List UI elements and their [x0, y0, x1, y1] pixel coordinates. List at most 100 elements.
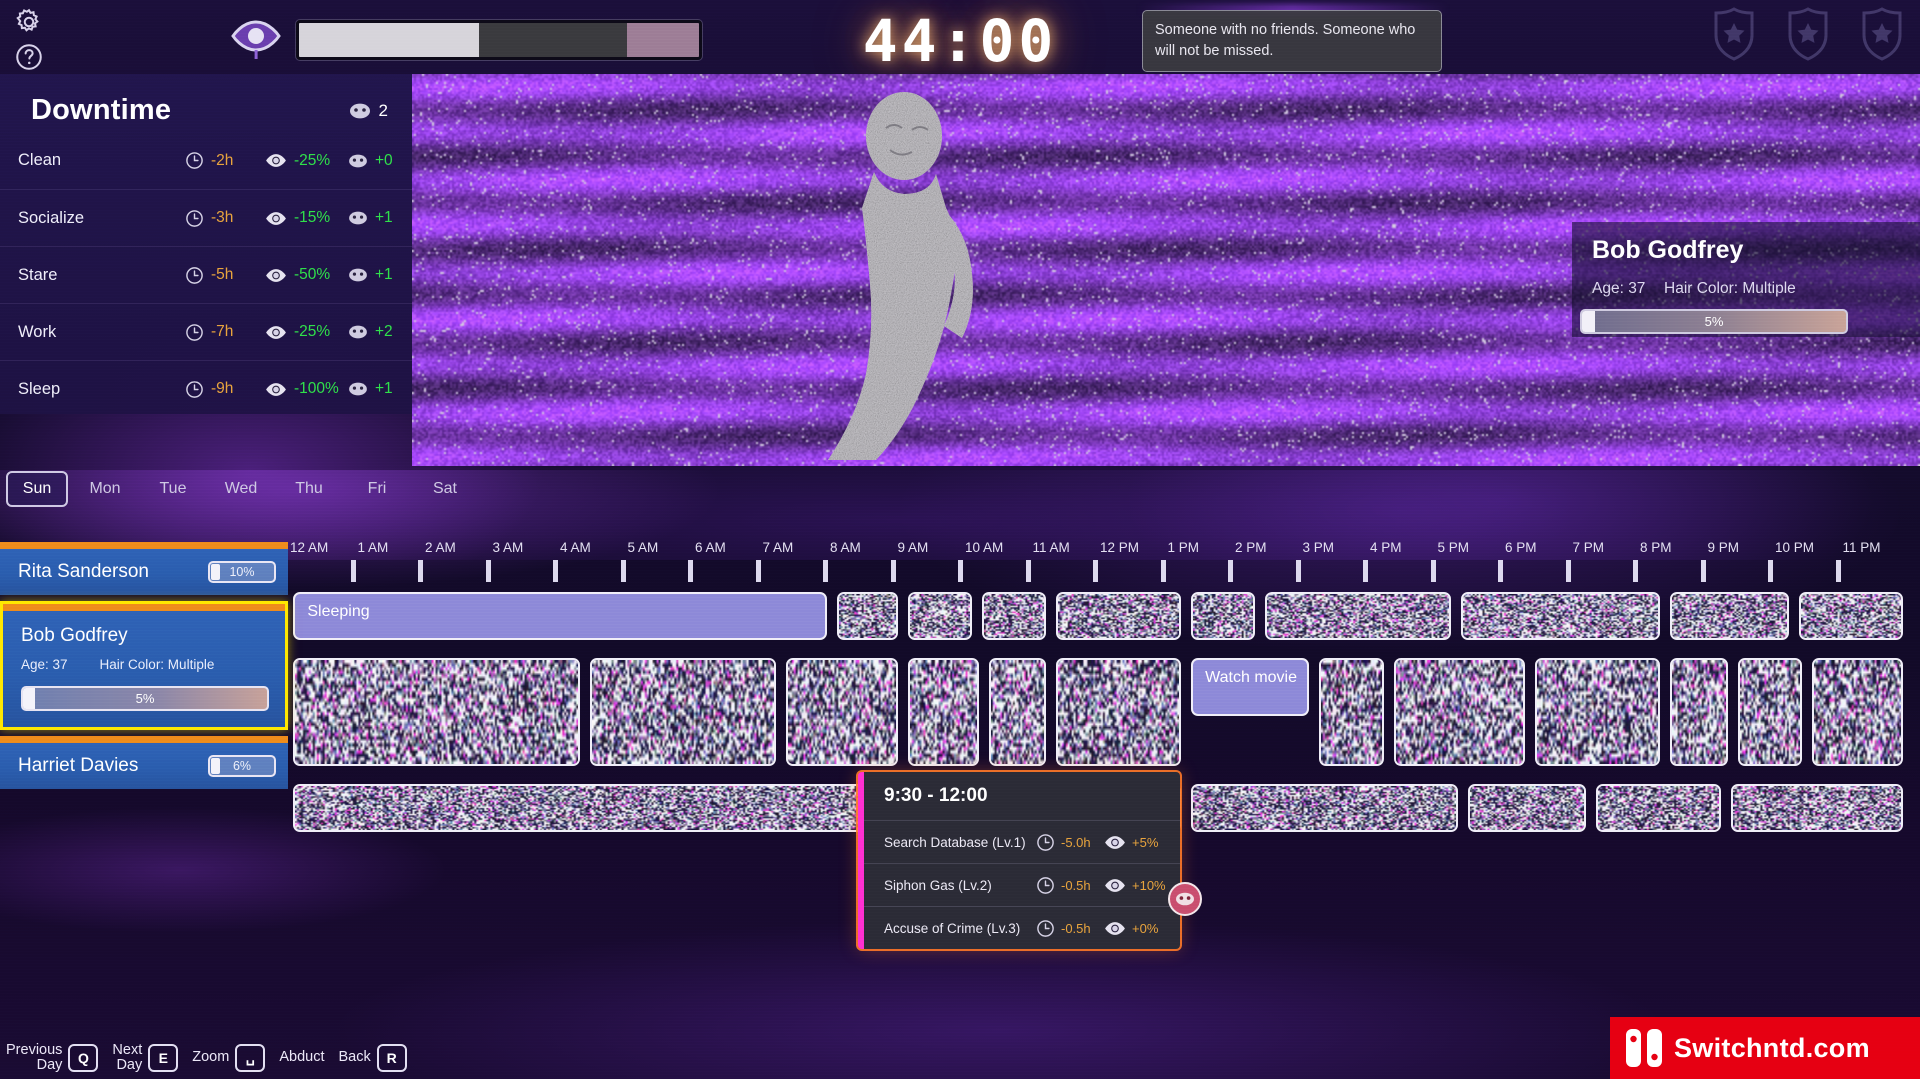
schedule-block-label: Sleeping [307, 603, 369, 621]
schedule-unknown-block[interactable] [1799, 592, 1904, 640]
schedule-unknown-block[interactable] [1812, 658, 1903, 766]
control-hint[interactable]: BackR [338, 1044, 406, 1072]
tooltip-time-stat: -0.5h [1036, 876, 1091, 895]
schedule-unknown-block[interactable] [1731, 784, 1903, 832]
tab-day-sat[interactable]: Sat [414, 473, 476, 505]
character-card[interactable]: Bob GodfreyAge: 37Hair Color: Multiple5% [0, 601, 288, 730]
schedule-unknown-block[interactable] [1319, 658, 1383, 766]
schedule-unknown-block[interactable] [1670, 592, 1788, 640]
downtime-mood-value: +0 [375, 152, 393, 170]
control-key: Q [68, 1044, 98, 1072]
downtime-mood-total: 2 [349, 101, 388, 121]
static-noise [839, 594, 896, 638]
tooltip-action-row: Search Database (Lv.1)-5.0h+5% [864, 820, 1180, 863]
hour-tick-label: 8 PM [1640, 540, 1672, 555]
schedule-unknown-block[interactable] [1265, 592, 1451, 640]
hour-tick-label: 6 PM [1505, 540, 1537, 555]
mood-icon [348, 324, 368, 340]
schedule-unknown-block[interactable] [1596, 784, 1721, 832]
hour-tick-mark [1026, 560, 1031, 582]
tab-day-fri[interactable]: Fri [346, 473, 408, 505]
gear-icon[interactable] [14, 7, 44, 37]
downtime-row[interactable]: Sleep-9h-100%+1 [0, 360, 412, 417]
schedule-unknown-block[interactable] [1535, 658, 1660, 766]
schedule-unknown-block[interactable] [590, 658, 776, 766]
hour-tick-mark [1836, 560, 1841, 582]
downtime-visibility-stat: -15% [265, 209, 330, 227]
downtime-panel: Downtime 2 Clean-2h-25%+0Socialize-3h-15… [0, 74, 412, 414]
police-badges [1708, 6, 1908, 62]
control-hint[interactable]: PreviousDayQ [6, 1043, 98, 1073]
schedule-unknown-block[interactable] [908, 658, 979, 766]
tab-day-thu[interactable]: Thu [278, 473, 340, 505]
schedule-activity-block[interactable]: Watch movie [1191, 658, 1309, 716]
downtime-time-value: -5h [211, 266, 233, 284]
tooltip-action-name: Accuse of Crime (Lv.3) [884, 921, 1020, 936]
day-tabs[interactable]: SunMonTueWedThuFriSat [0, 468, 600, 510]
schedule-unknown-block[interactable] [1738, 658, 1802, 766]
character-card-body: Rita Sanderson10% [0, 542, 288, 595]
tab-day-sun[interactable]: Sun [6, 471, 68, 507]
schedule-unknown-block[interactable] [1461, 592, 1660, 640]
schedule-activity-block[interactable]: Sleeping [293, 592, 826, 640]
schedule-unknown-block[interactable] [1056, 592, 1181, 640]
control-hint[interactable]: Abduct [279, 1050, 324, 1065]
schedule-unknown-block[interactable] [1670, 658, 1727, 766]
schedule-unknown-block[interactable] [1394, 658, 1526, 766]
control-label-line1: Back [338, 1050, 370, 1065]
downtime-row[interactable]: Stare-5h-50%+1 [0, 246, 412, 303]
character-card[interactable]: Rita Sanderson10% [0, 542, 288, 595]
tab-day-wed[interactable]: Wed [210, 473, 272, 505]
control-hint[interactable]: NextDayE [112, 1043, 178, 1073]
downtime-visibility-stat: -25% [265, 323, 330, 341]
schedule-unknown-block[interactable] [1191, 784, 1458, 832]
eye-icon [1104, 878, 1126, 893]
control-label-line1: Abduct [279, 1050, 324, 1065]
tab-day-tue[interactable]: Tue [142, 473, 204, 505]
schedule-unknown-block[interactable] [837, 592, 898, 640]
character-name: Rita Sanderson [18, 561, 149, 583]
static-noise [1396, 660, 1524, 764]
downtime-row[interactable]: Socialize-3h-15%+1 [0, 189, 412, 246]
tab-day-mon[interactable]: Mon [74, 473, 136, 505]
hour-label: 11 PM [1843, 540, 1881, 555]
hour-tick-label: 5 PM [1438, 540, 1470, 555]
timeline-row: Sleeping [284, 592, 1914, 640]
abduct-marker-icon[interactable] [1168, 882, 1202, 916]
downtime-mood-stat: +1 [348, 266, 393, 284]
hour-tick-label: 9 PM [1708, 540, 1740, 555]
downtime-row[interactable]: Clean-2h-25%+0 [0, 132, 412, 189]
character-list[interactable]: Rita Sanderson10% Bob GodfreyAge: 37Hair … [0, 542, 288, 795]
clock-icon [185, 266, 204, 285]
static-noise [910, 594, 970, 638]
schedule-unknown-block[interactable] [908, 592, 972, 640]
mood-icon [348, 381, 368, 397]
hour-tick-label: 4 PM [1370, 540, 1402, 555]
police-badge-icon [1856, 6, 1908, 62]
question-mark-icon[interactable] [14, 42, 44, 72]
static-noise [991, 660, 1044, 764]
schedule-unknown-block[interactable] [786, 658, 897, 766]
hour-label: 9 PM [1708, 540, 1740, 555]
hour-label: 12 PM [1100, 540, 1139, 555]
victim-figure [812, 88, 1012, 466]
downtime-row[interactable]: Work-7h-25%+2 [0, 303, 412, 360]
hour-label: 5 PM [1438, 540, 1470, 555]
downtime-mood-stat: +1 [348, 380, 393, 398]
schedule-unknown-block[interactable] [1191, 592, 1255, 640]
hour-label: 1 PM [1168, 540, 1200, 555]
hour-label: 3 PM [1303, 540, 1335, 555]
schedule-unknown-block[interactable] [1468, 784, 1586, 832]
character-card[interactable]: Harriet Davies6% [0, 736, 288, 789]
downtime-mood-value: +1 [375, 209, 393, 227]
clock-icon [185, 323, 204, 342]
schedule-unknown-block[interactable] [989, 658, 1046, 766]
hour-label: 1 AM [358, 540, 389, 555]
schedule-unknown-block[interactable] [293, 658, 580, 766]
schedule-unknown-block[interactable] [1056, 658, 1181, 766]
downtime-visibility-value: -15% [294, 209, 330, 227]
eye-icon [265, 153, 287, 168]
schedule-unknown-block[interactable] [982, 592, 1046, 640]
control-hint[interactable]: Zoom␣ [192, 1044, 265, 1072]
hour-label: 11 AM [1033, 540, 1070, 555]
